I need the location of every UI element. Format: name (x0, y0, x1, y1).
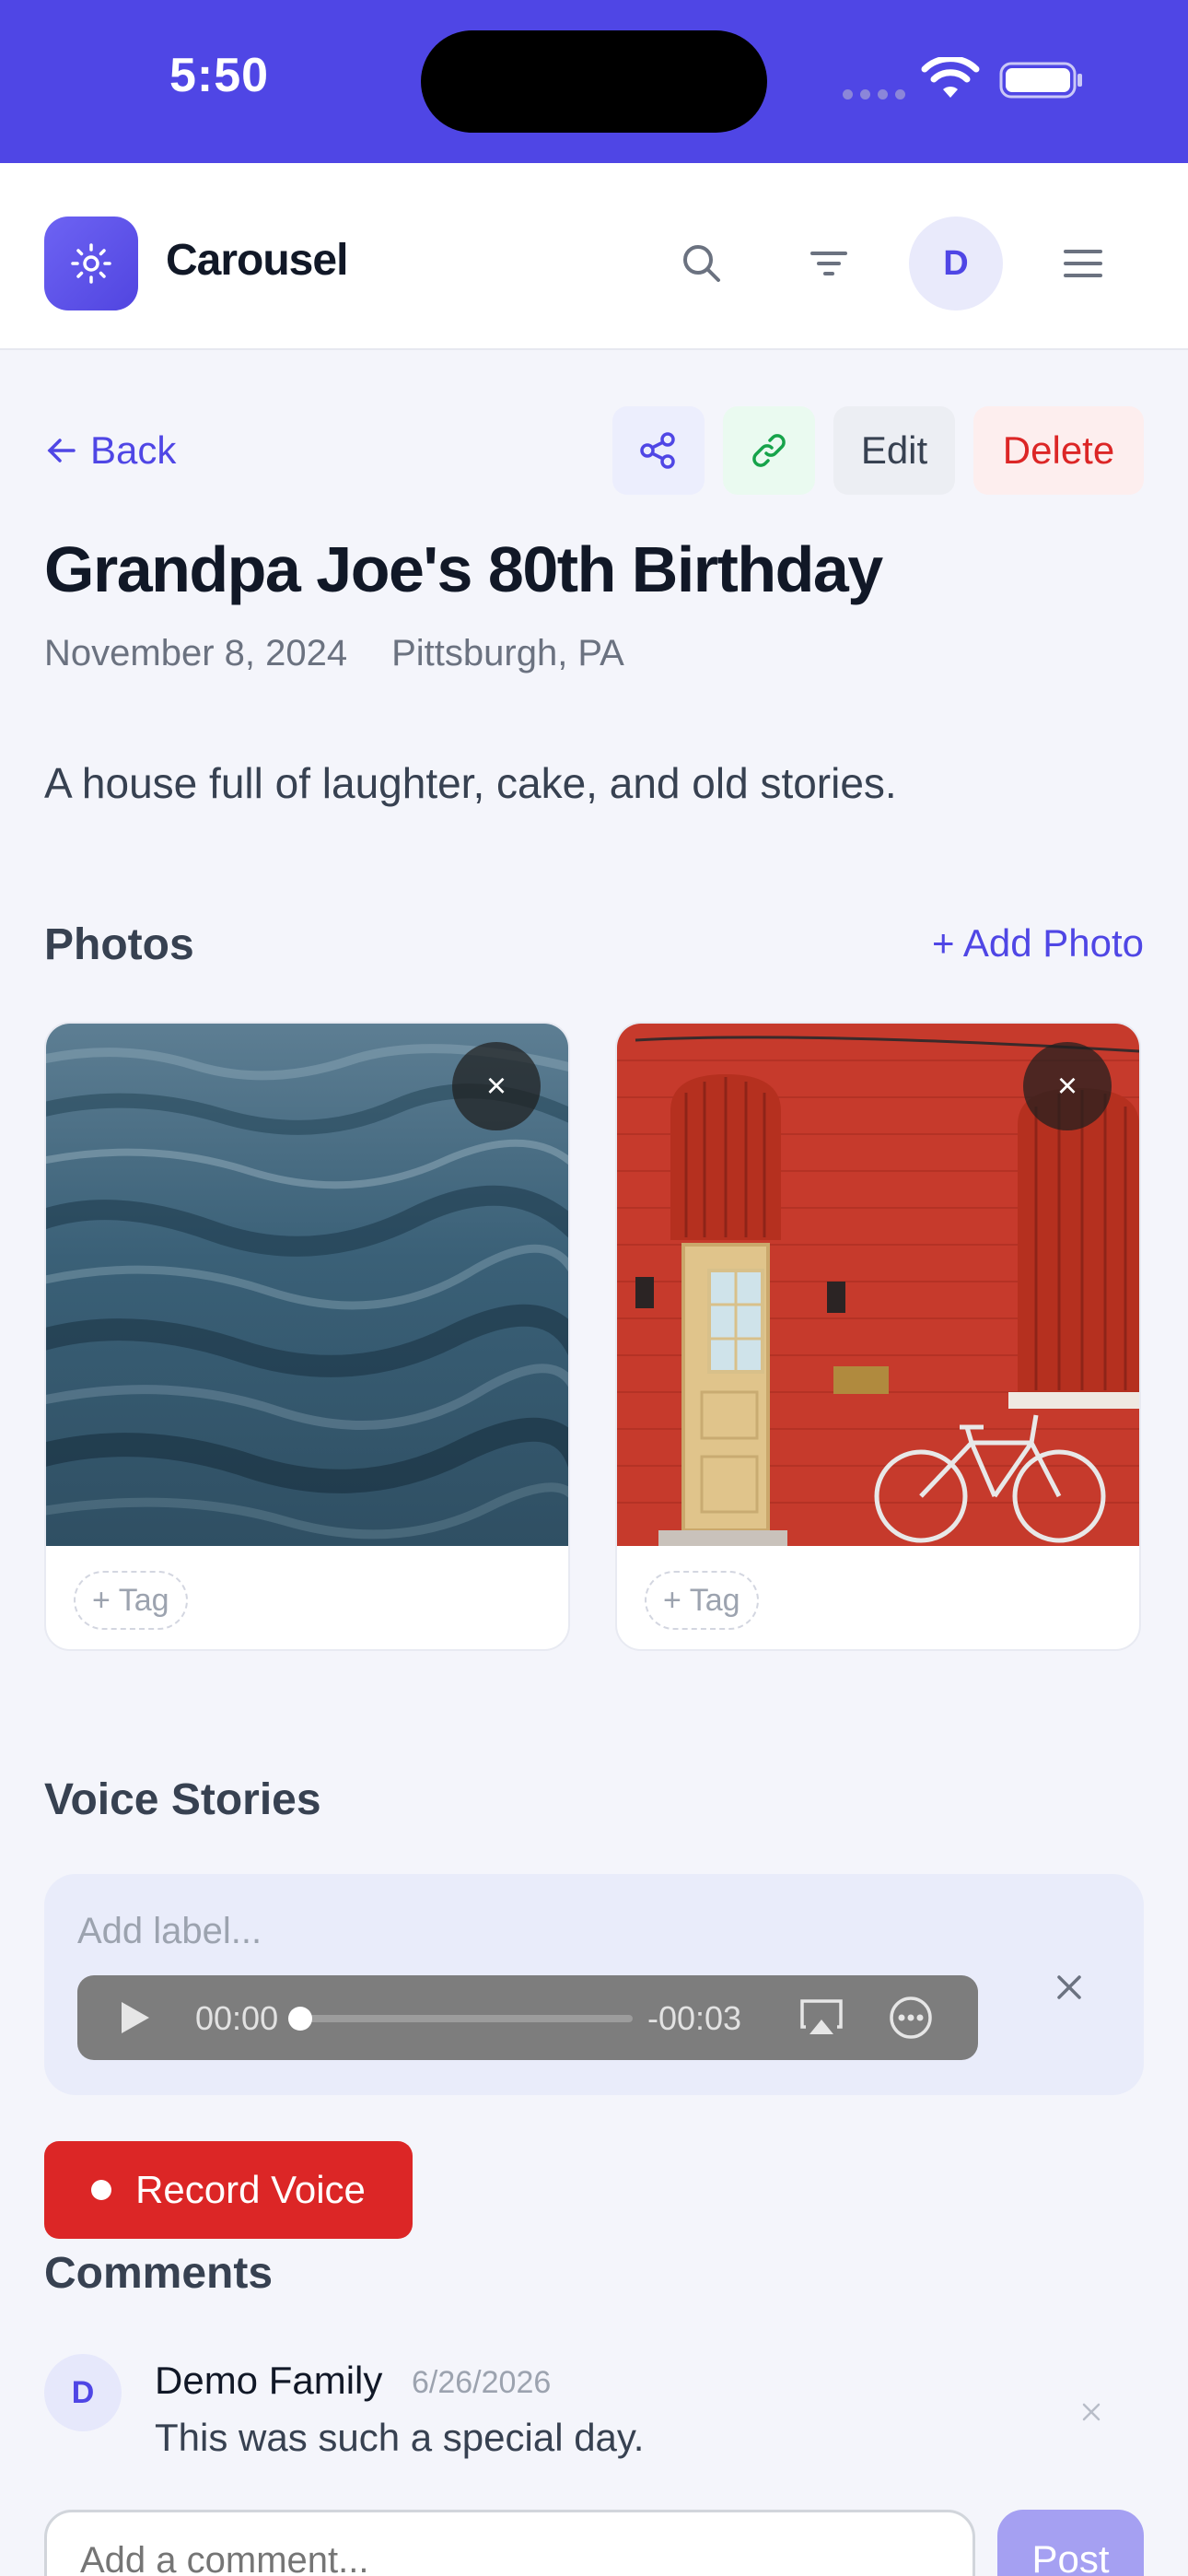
filter-button[interactable] (782, 217, 876, 310)
event-meta: November 8, 2024 Pittsburgh, PA (44, 633, 624, 674)
record-dot-icon (91, 2180, 112, 2200)
app-header: Carousel D (0, 163, 1188, 350)
voice-stories-section-title: Voice Stories (44, 1775, 321, 1824)
play-icon[interactable] (116, 1999, 153, 2036)
dynamic-island (421, 30, 767, 133)
remove-photo-button[interactable]: × (452, 1042, 541, 1130)
app-logo[interactable] (44, 217, 138, 310)
delete-button[interactable]: Delete (973, 406, 1144, 495)
app-title: Carousel (166, 236, 348, 285)
post-comment-button[interactable]: Post (997, 2510, 1144, 2576)
sun-icon (71, 243, 111, 284)
audio-player: 00:00 -00:03 (77, 1975, 978, 2060)
search-button[interactable] (655, 217, 749, 310)
record-voice-label: Record Voice (135, 2168, 366, 2211)
voice-story-card: Add label... 00:00 -00:03 (44, 1874, 1144, 2095)
photo-card: × + Tag (44, 1022, 570, 1651)
event-date: November 8, 2024 (44, 633, 348, 673)
airplay-icon[interactable] (798, 1997, 844, 2038)
share-button[interactable] (612, 406, 705, 495)
cellular-signal-icon (843, 88, 913, 104)
voice-label-input[interactable]: Add label... (77, 1911, 262, 1952)
comment-text: This was such a special day. (155, 2416, 645, 2459)
hamburger-menu-icon (1064, 250, 1102, 277)
edit-button[interactable]: Edit (833, 406, 955, 495)
remove-voice-story-button[interactable] (1043, 1961, 1095, 2013)
arrow-left-icon (47, 439, 76, 463)
photo-card: × + Tag (615, 1022, 1141, 1651)
audio-current-time: 00:00 (195, 1999, 279, 2037)
search-icon (683, 245, 720, 282)
share-icon (640, 432, 675, 469)
event-title: Grandpa Joe's 80th Birthday (44, 533, 883, 605)
wifi-icon (921, 57, 980, 98)
event-location: Pittsburgh, PA (391, 633, 624, 673)
photos-section-title: Photos (44, 920, 194, 969)
comment-date: 6/26/2026 (412, 2365, 552, 2400)
add-photo-button[interactable]: + Add Photo (932, 921, 1144, 966)
more-options-icon[interactable] (889, 1996, 933, 2040)
close-icon (1057, 1975, 1081, 1999)
back-link[interactable]: Back (44, 428, 176, 473)
remove-photo-button[interactable]: × (1023, 1042, 1112, 1130)
event-description: A house full of laughter, cake, and old … (44, 759, 897, 807)
audio-progress-track[interactable] (295, 2015, 633, 2022)
link-icon (752, 434, 786, 467)
close-icon (1082, 2403, 1101, 2421)
comment-avatar: D (44, 2354, 122, 2431)
menu-button[interactable] (1036, 217, 1130, 310)
delete-comment-button[interactable] (1073, 2394, 1110, 2430)
status-time: 5:50 (169, 49, 270, 102)
add-tag-button[interactable]: + Tag (74, 1571, 188, 1630)
back-label: Back (90, 428, 177, 472)
filter-icon (810, 252, 847, 275)
add-tag-button[interactable]: + Tag (645, 1571, 759, 1630)
battery-icon (999, 62, 1082, 99)
user-avatar[interactable]: D (909, 217, 1003, 310)
status-bar: 5:50 (0, 0, 1188, 163)
comments-section-title: Comments (44, 2249, 274, 2298)
comment-author: Demo Family (155, 2359, 383, 2402)
audio-scrubber-handle[interactable] (288, 2007, 312, 2031)
record-voice-button[interactable]: Record Voice (44, 2141, 413, 2239)
audio-remaining-time: -00:03 (647, 1999, 742, 2037)
copy-link-button[interactable] (723, 406, 815, 495)
comment-input[interactable] (44, 2510, 975, 2576)
